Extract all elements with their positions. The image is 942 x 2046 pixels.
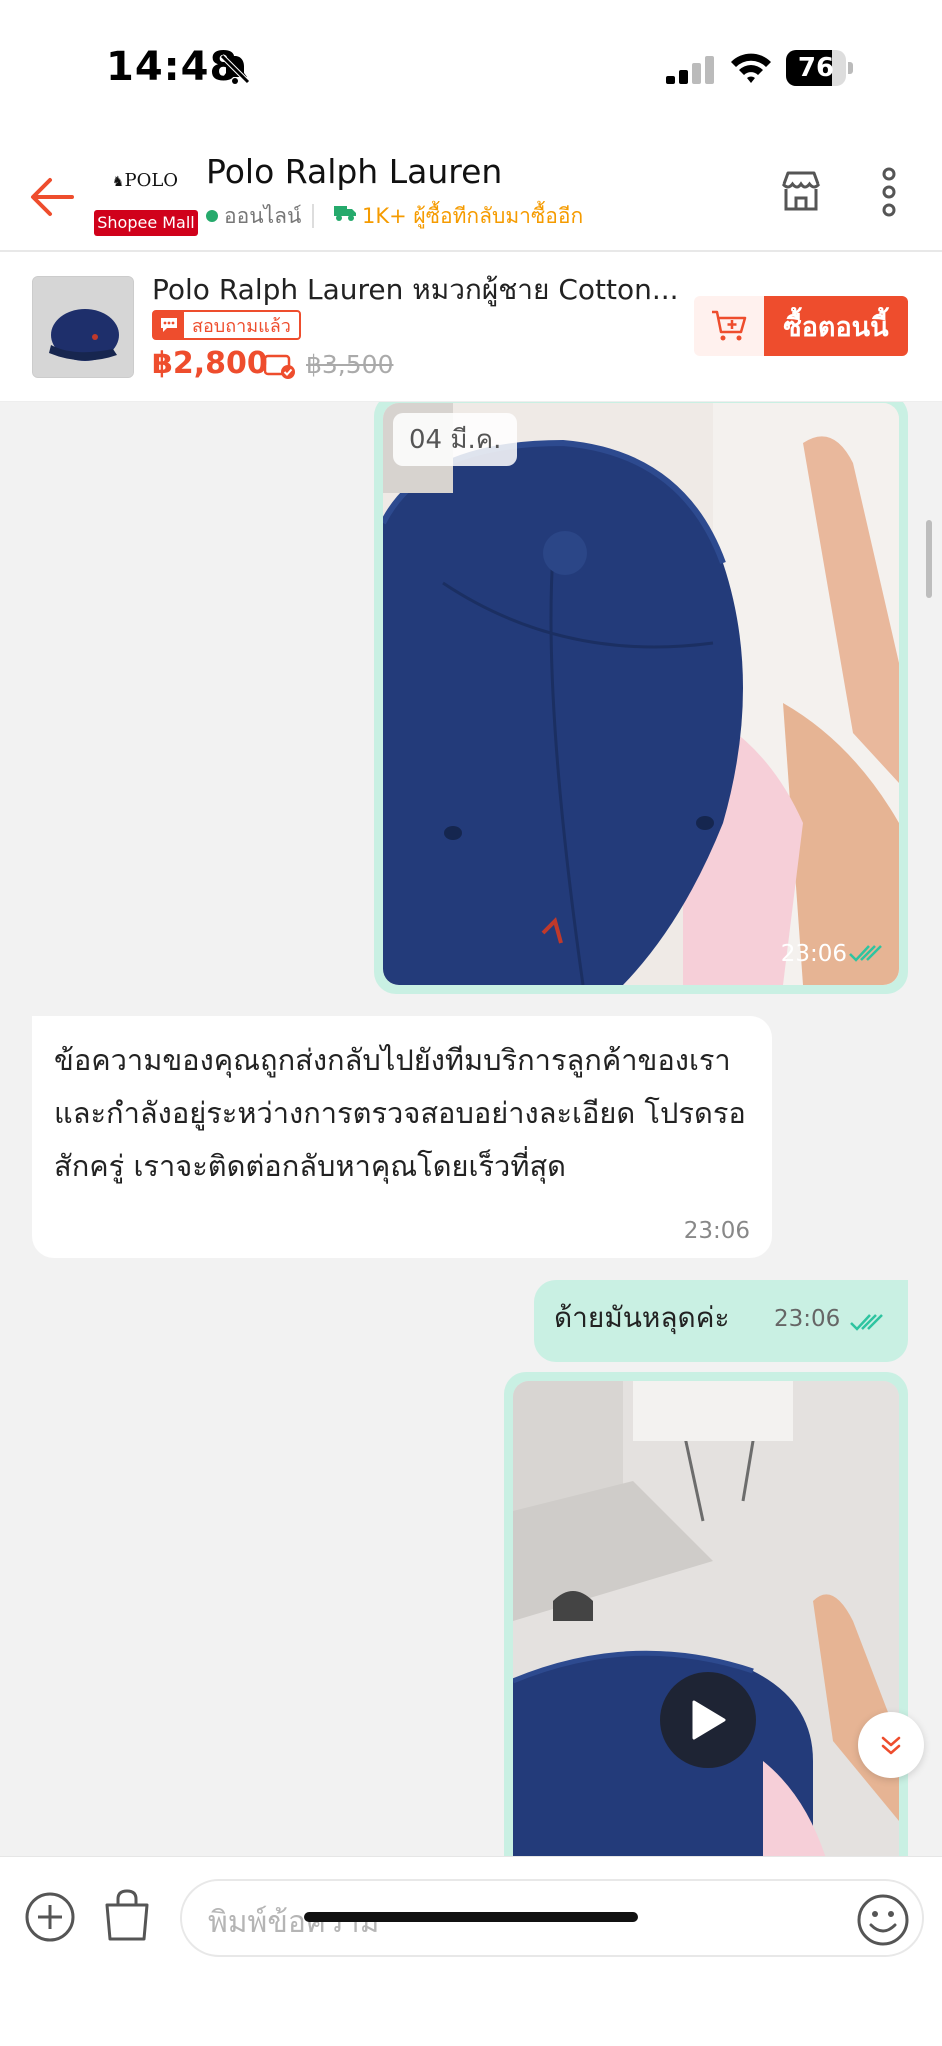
image-message[interactable]: 04 มี.ค. 23:06 bbox=[374, 402, 908, 994]
video-thumbnail[interactable] bbox=[513, 1381, 899, 1856]
back-arrow-icon[interactable] bbox=[24, 168, 82, 226]
product-bar[interactable]: Polo Ralph Lauren หมวกผู้ชาย Cotton... ส… bbox=[0, 252, 942, 402]
voucher-icon bbox=[264, 354, 295, 379]
auto-reply-message[interactable]: ข้อความของคุณถูกส่งกลับไปยังทีมบริการลูก… bbox=[32, 1016, 772, 1258]
scrollbar[interactable] bbox=[926, 520, 932, 598]
repeat-buyers-label: 1K+ ผู้ซื้อทีกลับมาซื้ออีก bbox=[362, 204, 584, 228]
product-title: Polo Ralph Lauren หมวกผู้ชาย Cotton... bbox=[152, 273, 679, 306]
asked-badge: สอบถามแล้ว bbox=[152, 310, 301, 340]
read-receipt-icon bbox=[850, 1314, 883, 1331]
buy-now-button[interactable]: ซื้อตอนนี้ bbox=[764, 296, 908, 356]
chat-bubble-icon bbox=[154, 312, 184, 338]
read-receipt-icon bbox=[849, 945, 882, 962]
message-time: 23:06 bbox=[774, 1306, 841, 1332]
asked-badge-label: สอบถามแล้ว bbox=[192, 315, 291, 337]
play-icon bbox=[692, 1700, 726, 1740]
plus-icon[interactable] bbox=[24, 1891, 76, 1943]
emoji-icon[interactable] bbox=[856, 1893, 910, 1947]
status-bar: 14:48 76 bbox=[0, 0, 942, 140]
battery-icon: 76 bbox=[786, 50, 854, 86]
online-status: ออนไลน์ bbox=[224, 204, 302, 228]
product-thumbnail[interactable] bbox=[32, 276, 134, 378]
battery-percent: 76 bbox=[797, 53, 835, 83]
auto-reply-text: ข้อความของคุณถูกส่งกลับไปยังทีมบริการลูก… bbox=[54, 1043, 746, 1183]
shop-name[interactable]: Polo Ralph Lauren bbox=[206, 152, 502, 191]
user-text-message[interactable]: ด้ายมันหลุดค่ะ 23:06 bbox=[534, 1280, 908, 1362]
play-button[interactable] bbox=[660, 1672, 756, 1768]
add-to-cart-icon bbox=[712, 310, 747, 341]
wifi-icon bbox=[731, 53, 771, 83]
double-chevron-down-icon bbox=[881, 1736, 901, 1755]
chat-header: ♞POLO Shopee Mall Polo Ralph Lauren ออนไ… bbox=[0, 140, 942, 252]
bell-off-icon bbox=[220, 54, 250, 84]
cap-photo[interactable]: 04 มี.ค. 23:06 bbox=[383, 403, 899, 985]
product-price: ฿2,800 bbox=[152, 346, 268, 381]
message-input-bar: พิมพ์ข้อความ bbox=[0, 1856, 942, 2046]
home-indicator bbox=[304, 1912, 638, 1922]
shopee-mall-badge: Shopee Mall bbox=[94, 210, 198, 236]
truck-icon bbox=[334, 206, 356, 221]
more-options-icon[interactable] bbox=[874, 162, 904, 222]
video-message[interactable] bbox=[504, 1372, 908, 1856]
message-time: 23:06 bbox=[683, 1218, 750, 1244]
scroll-to-bottom-button[interactable] bbox=[858, 1712, 924, 1778]
divider bbox=[312, 204, 314, 228]
date-chip: 04 มี.ค. bbox=[393, 413, 518, 466]
store-icon[interactable] bbox=[778, 168, 824, 214]
shopping-bag-icon[interactable] bbox=[102, 1887, 152, 1943]
user-message-text: ด้ายมันหลุดค่ะ bbox=[554, 1301, 730, 1334]
add-to-cart-button[interactable] bbox=[694, 296, 764, 356]
chat-area[interactable]: 04 มี.ค. 23:06 ข้อความของคุณถูกส่งกลับไป… bbox=[0, 402, 942, 1856]
polo-logo: ♞POLO bbox=[111, 170, 179, 191]
shop-logo[interactable]: ♞POLO Shopee Mall bbox=[92, 170, 198, 236]
online-indicator-icon bbox=[206, 210, 218, 222]
original-price: ฿3,500 bbox=[306, 350, 394, 379]
message-time: 23:06 bbox=[780, 941, 847, 967]
signal-icon bbox=[666, 56, 714, 84]
message-input-placeholder: พิมพ์ข้อความ bbox=[208, 1905, 380, 1940]
